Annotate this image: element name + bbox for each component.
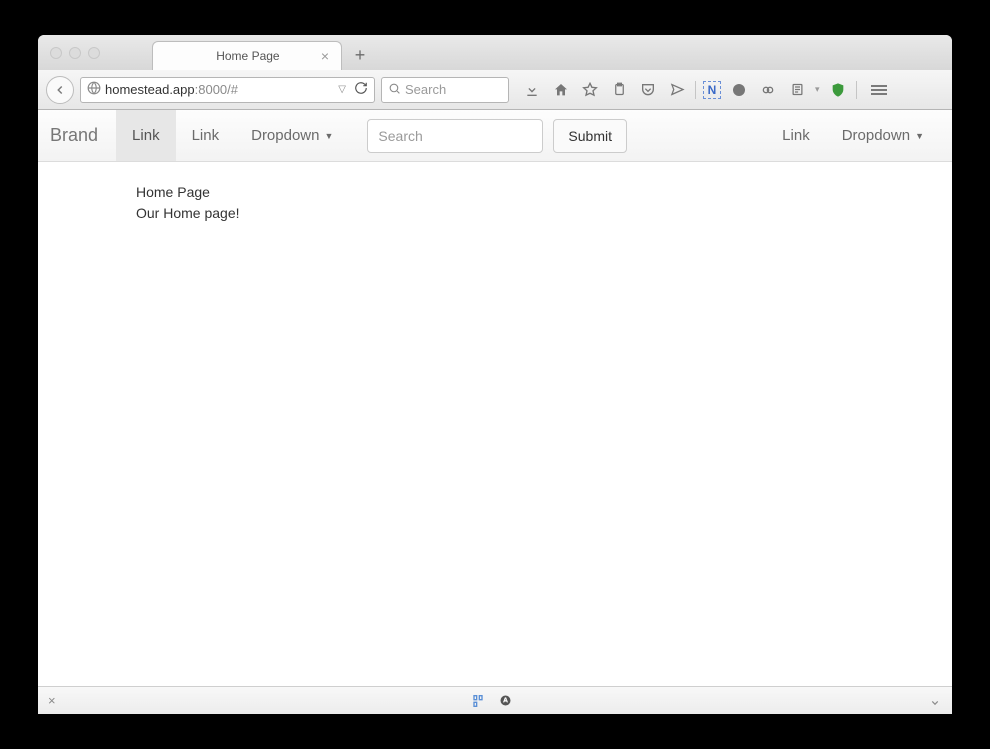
page-navbar: Brand Link Link Dropdown ▼ Submit Link D… <box>38 110 952 162</box>
browser-window: Home Page × + homestead.app:8000/# ▽ <box>38 35 952 714</box>
status-down-button[interactable] <box>928 694 942 708</box>
cloud-icon <box>760 82 776 98</box>
url-dropdown-icon[interactable]: ▽ <box>338 84 346 95</box>
browser-search-bar[interactable] <box>381 77 509 103</box>
close-tab-icon[interactable]: × <box>321 49 329 63</box>
send-button[interactable] <box>666 79 688 101</box>
navbar-search-input[interactable] <box>367 119 543 153</box>
window-controls <box>38 35 112 70</box>
nav-link-1[interactable]: Link <box>116 110 176 161</box>
browser-search-input[interactable] <box>405 82 502 97</box>
browser-toolbar: homestead.app:8000/# ▽ N ▾ <box>38 70 952 110</box>
toolbar-icons: N ▾ <box>521 79 890 101</box>
page-content: Home Page Our Home page! <box>38 162 952 224</box>
status-tool-button-1[interactable] <box>470 693 486 709</box>
ext-face-button[interactable] <box>728 79 750 101</box>
status-tool-button-2[interactable] <box>498 693 513 708</box>
status-bar: × <box>38 686 952 714</box>
pocket-icon <box>640 82 656 98</box>
url-text: homestead.app:8000/# <box>105 82 334 97</box>
url-bar[interactable]: homestead.app:8000/# ▽ <box>80 77 375 103</box>
new-tab-button[interactable]: + <box>348 43 372 67</box>
search-icon <box>388 82 401 98</box>
home-button[interactable] <box>550 79 572 101</box>
menu-button[interactable] <box>868 79 890 101</box>
minimize-window-button[interactable] <box>69 47 81 59</box>
maximize-window-button[interactable] <box>88 47 100 59</box>
nav-dropdown-right[interactable]: Dropdown ▼ <box>826 110 940 161</box>
pocket-button[interactable] <box>637 79 659 101</box>
send-icon <box>670 82 685 97</box>
page-subtext: Our Home page! <box>136 203 952 224</box>
star-icon <box>582 82 598 98</box>
home-icon <box>553 82 569 98</box>
shield-icon <box>830 82 846 98</box>
close-window-button[interactable] <box>50 47 62 59</box>
tool-icon <box>470 693 486 709</box>
navbar-form: Submit <box>367 119 627 153</box>
brand-link[interactable]: Brand <box>50 125 116 146</box>
toolbar-separator <box>695 81 696 99</box>
clipboard-icon <box>612 82 627 97</box>
circle-icon <box>498 693 513 708</box>
url-path: :8000/# <box>195 82 238 97</box>
nav-link-1-label: Link <box>132 127 160 144</box>
nav-link-right-label: Link <box>782 127 810 144</box>
tab-title: Home Page <box>203 49 293 63</box>
browser-tab[interactable]: Home Page × <box>152 41 342 70</box>
card-dropdown-icon[interactable]: ▾ <box>815 84 820 95</box>
navbar-submit-button[interactable]: Submit <box>553 119 627 153</box>
nav-dropdown-1-label: Dropdown <box>251 127 319 144</box>
nav-dropdown-1[interactable]: Dropdown ▼ <box>235 110 349 161</box>
ext-cloud-button[interactable] <box>757 79 779 101</box>
tab-bar: Home Page × + <box>38 35 952 70</box>
caret-down-icon: ▼ <box>324 131 333 141</box>
page-heading: Home Page <box>136 182 952 203</box>
bookmarks-button[interactable] <box>579 79 601 101</box>
page-viewport: Brand Link Link Dropdown ▼ Submit Link D… <box>38 110 952 714</box>
card-icon <box>790 82 805 97</box>
url-host: homestead.app <box>105 82 195 97</box>
downloads-button[interactable] <box>521 79 543 101</box>
back-button[interactable] <box>46 76 74 104</box>
toolbar-separator-2 <box>856 81 857 99</box>
reload-icon <box>354 81 368 95</box>
status-close-button[interactable]: × <box>48 693 56 708</box>
globe-icon <box>87 81 101 98</box>
ext-card-button[interactable] <box>786 79 808 101</box>
nav-link-2[interactable]: Link <box>176 110 236 161</box>
back-icon <box>53 83 67 97</box>
download-icon <box>524 82 540 98</box>
nav-link-2-label: Link <box>192 127 220 144</box>
caret-down-icon: ▼ <box>915 131 924 141</box>
readlist-button[interactable] <box>608 79 630 101</box>
nav-dropdown-right-label: Dropdown <box>842 127 910 144</box>
ext-note-button[interactable]: N <box>703 81 721 99</box>
face-icon <box>731 82 747 98</box>
ext-shield-button[interactable] <box>827 79 849 101</box>
hamburger-icon <box>871 83 887 97</box>
arrow-down-icon <box>928 694 942 708</box>
reload-button[interactable] <box>354 81 368 98</box>
nav-link-right[interactable]: Link <box>766 110 826 161</box>
